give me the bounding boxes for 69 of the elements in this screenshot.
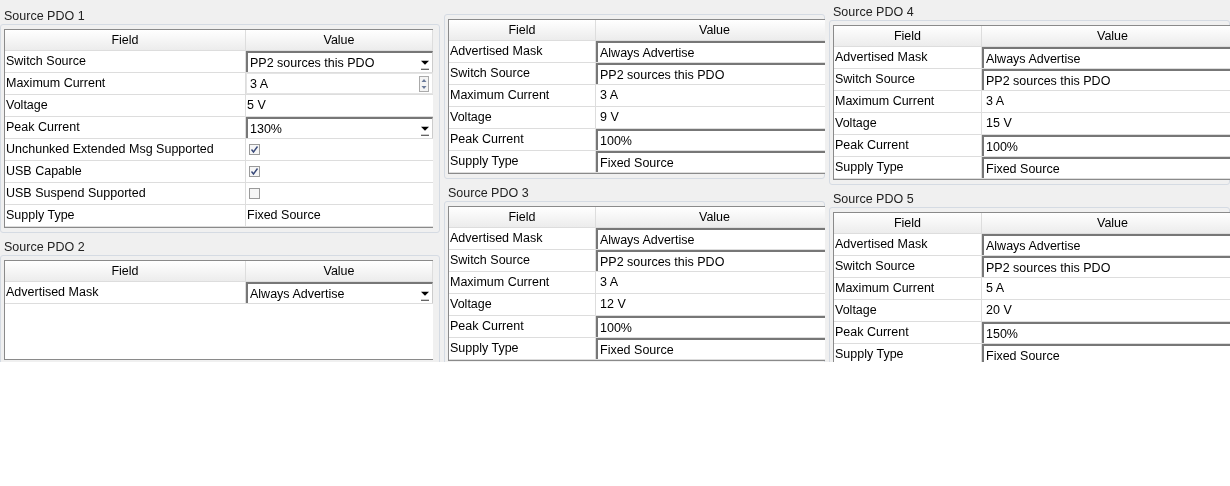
value-field[interactable]: 100%	[596, 316, 825, 337]
value-field[interactable]: PP2 sources this PDO	[982, 69, 1230, 90]
field-label: Voltage	[5, 95, 246, 117]
spinner-arrows-icon[interactable]	[419, 75, 429, 92]
field-label: Supply Type	[5, 205, 246, 227]
spin-field[interactable]: 3 A	[246, 73, 433, 94]
value-text: 3 A	[985, 93, 1005, 110]
column-header[interactable]: Value	[246, 30, 433, 51]
panel-title: Source PDO 5	[833, 191, 914, 207]
field-label: Unchunked Extended Msg Supported	[5, 139, 246, 161]
panel-title: Source PDO 3	[448, 185, 529, 201]
value-field[interactable]: Always Advertise	[596, 41, 825, 62]
value-field[interactable]: PP2 sources this PDO	[596, 63, 825, 84]
column-header[interactable]: Field	[5, 30, 246, 51]
value-text: 5 V	[246, 97, 266, 114]
panel-title: Source PDO 4	[833, 4, 914, 20]
dropdown[interactable]: Always Advertise	[246, 282, 433, 303]
caret-icon	[421, 125, 429, 136]
value-text: Fixed Source	[246, 207, 321, 224]
dropdown[interactable]: PP2 sources this PDO	[246, 51, 433, 72]
value-field[interactable]: Fixed Source	[982, 157, 1230, 178]
value-field[interactable]: 100%	[982, 135, 1230, 156]
checkbox[interactable]	[249, 144, 260, 155]
field-label: Voltage	[449, 107, 596, 129]
column-header[interactable]: Value	[246, 261, 433, 282]
value-text: 3 A	[599, 274, 619, 291]
value-field[interactable]: Always Advertise	[982, 234, 1230, 255]
field-label: Maximum Current	[834, 91, 982, 113]
panel-title: Source PDO 2	[4, 239, 85, 255]
column-header[interactable]: Field	[449, 207, 596, 228]
value-field[interactable]: Fixed Source	[596, 151, 825, 172]
field-label: Voltage	[449, 294, 596, 316]
caret-icon	[421, 59, 429, 70]
value-field[interactable]: PP2 sources this PDO	[596, 250, 825, 271]
checkbox[interactable]	[249, 166, 260, 177]
column-header[interactable]: Field	[5, 261, 246, 282]
value-text: 5 A	[985, 280, 1005, 297]
field-label: Maximum Current	[834, 278, 982, 300]
field-label: Maximum Current	[449, 85, 596, 107]
column-header[interactable]: Value	[982, 213, 1230, 234]
checkbox[interactable]	[249, 188, 260, 199]
value-field[interactable]: Always Advertise	[596, 228, 825, 249]
field-label: USB Suspend Supported	[5, 183, 246, 205]
value-field[interactable]: PP2 sources this PDO	[982, 256, 1230, 277]
value-field[interactable]: Fixed Source	[596, 338, 825, 359]
value-field[interactable]: Always Advertise	[982, 47, 1230, 68]
field-label: Switch Source	[5, 51, 246, 73]
field-label: Peak Current	[5, 117, 246, 139]
value-text: 3 A	[599, 87, 619, 104]
field-label: Voltage	[834, 300, 982, 322]
panel-title: Source PDO 1	[4, 8, 85, 24]
dropdown[interactable]: 130%	[246, 117, 433, 138]
column-header[interactable]: Field	[834, 26, 982, 47]
value-text: 20 V	[985, 302, 1012, 319]
value-text: 9 V	[599, 109, 619, 126]
value-field[interactable]: 100%	[596, 129, 825, 150]
column-header[interactable]: Field	[449, 20, 596, 41]
value-field[interactable]: Fixed Source	[982, 344, 1230, 362]
column-header[interactable]: Value	[596, 207, 825, 228]
field-label: Maximum Current	[449, 272, 596, 294]
caret-icon	[421, 290, 429, 301]
column-header[interactable]: Field	[834, 213, 982, 234]
field-label: Voltage	[834, 113, 982, 135]
column-header[interactable]: Value	[982, 26, 1230, 47]
value-text: 12 V	[599, 296, 626, 313]
field-label: USB Capable	[5, 161, 246, 183]
field-label: Maximum Current	[5, 73, 246, 95]
value-field[interactable]: 150%	[982, 322, 1230, 343]
value-text: 15 V	[985, 115, 1012, 132]
